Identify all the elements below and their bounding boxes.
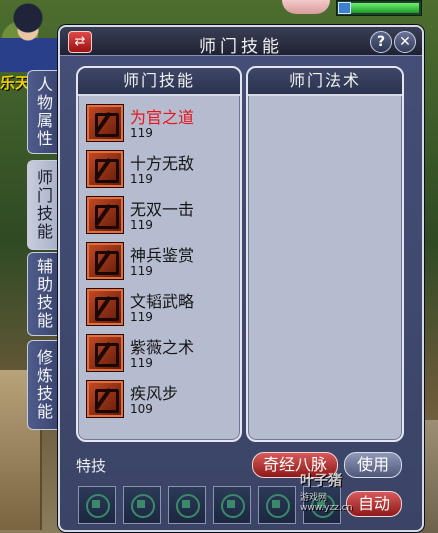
hp-icon [338,2,351,14]
scroll-icon [86,288,124,326]
skill-name: 神兵鉴赏 [130,246,195,265]
hp-fill [351,3,419,13]
skill-row[interactable]: 为官之道 119 [86,102,236,146]
weapon-icon [86,242,124,280]
help-button[interactable]: ? [370,31,392,53]
skills-panel: ⇄ 师门技能 ? ✕ 师门技能 为官之道 119 十方无敌 119 无双一击 1… [58,25,424,532]
tab-auxiliary-skills[interactable]: 辅助技能 [27,252,58,336]
player-name: 乐天 [0,74,31,92]
skill-row[interactable]: 无双一击 119 [86,194,236,238]
special-skill-slot[interactable] [303,486,341,524]
panel-title: 师门技能 [199,37,283,57]
panel-titlebar[interactable]: ⇄ 师门技能 ? ✕ [60,27,422,57]
skill-name: 疾风步 [130,384,179,403]
skill-level: 119 [130,356,153,370]
pet-avatar[interactable] [282,0,330,14]
tab-label: 师门技能 [34,169,53,241]
skill-row[interactable]: 疾风步 109 [86,378,236,422]
skill-name: 为官之道 [130,108,195,127]
school-spells-list: 师门法术 [246,66,404,442]
skill-level: 119 [130,126,153,140]
skill-level: 109 [130,402,153,416]
close-button[interactable]: ✕ [394,31,416,53]
star-icon [86,334,124,372]
seal-icon [86,104,124,142]
skill-row[interactable]: 十方无敌 119 [86,148,236,192]
school-skills-header: 师门技能 [78,68,240,96]
special-skill-slot[interactable] [168,486,206,524]
skill-name: 十方无敌 [130,154,195,173]
skill-row[interactable]: 文韬武略 119 [86,286,236,330]
player-character[interactable] [0,0,58,72]
skill-level: 119 [130,310,153,324]
tab-character-attributes[interactable]: 人物属性 [27,70,58,154]
skill-name: 无双一击 [130,200,195,219]
use-button[interactable]: 使用 [344,452,402,478]
skill-level: 119 [130,172,153,186]
tab-label: 修炼技能 [34,349,53,421]
special-skill-slot[interactable] [123,486,161,524]
tab-label: 辅助技能 [34,258,53,330]
special-skills-label: 特技 [76,457,107,475]
tab-school-skills[interactable]: 师门技能 [27,160,58,250]
school-skills-list: 师门技能 为官之道 119 十方无敌 119 无双一击 119 神兵鉴赏 119… [76,66,242,442]
hp-bar [336,0,422,16]
tab-label: 人物属性 [34,76,53,148]
strike-icon [86,196,124,234]
skill-name: 紫薇之术 [130,338,195,357]
tab-cultivation-skills[interactable]: 修炼技能 [27,340,58,430]
crossed-swords-icon [86,150,124,188]
skill-row[interactable]: 神兵鉴赏 119 [86,240,236,284]
wind-step-icon [86,380,124,418]
skill-name: 文韬武略 [130,292,195,311]
special-skill-slot[interactable] [78,486,116,524]
skill-level: 119 [130,218,153,232]
auto-button[interactable]: 自动 [346,491,402,517]
skill-level: 119 [130,264,153,278]
school-spells-header: 师门法术 [248,68,402,96]
special-skill-slot[interactable] [258,486,296,524]
qijing-bamai-button[interactable]: 奇经八脉 [252,452,338,478]
special-skill-slot[interactable] [213,486,251,524]
skill-row[interactable]: 紫薇之术 119 [86,332,236,376]
